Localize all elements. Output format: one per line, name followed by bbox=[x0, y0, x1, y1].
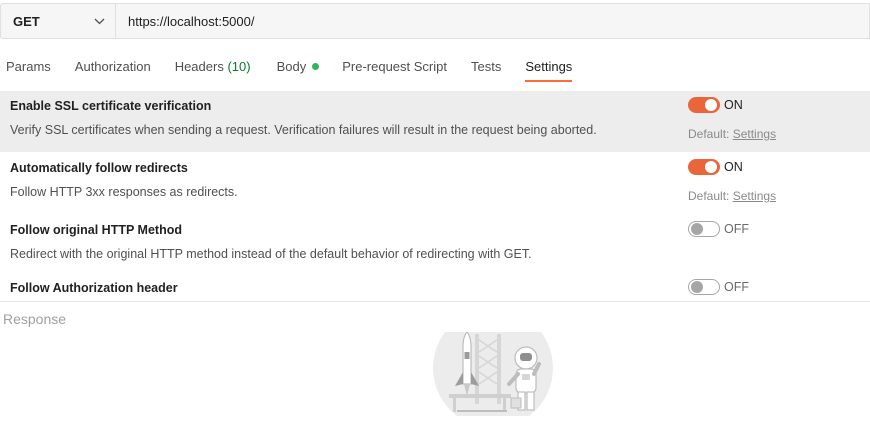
setting-description: Verify SSL certificates when sending a r… bbox=[10, 123, 597, 137]
setting-follow-authorization-header: Follow Authorization header OFF bbox=[0, 277, 870, 301]
toggle-state-label: OFF bbox=[724, 280, 749, 294]
url-input[interactable]: https://localhost:5000/ bbox=[115, 3, 870, 39]
default-prefix: Default: bbox=[688, 189, 730, 203]
follow-authorization-toggle[interactable]: OFF bbox=[688, 279, 749, 295]
response-divider[interactable] bbox=[0, 301, 870, 302]
tab-label: Pre-request Script bbox=[342, 59, 447, 74]
response-heading: Response bbox=[3, 311, 67, 327]
default-settings-link[interactable]: Settings bbox=[733, 189, 776, 203]
tab-body[interactable]: Body bbox=[277, 52, 320, 82]
toggle-knob bbox=[705, 99, 717, 111]
headers-count-badge: (10) bbox=[227, 59, 251, 74]
url-value: https://localhost:5000/ bbox=[128, 13, 255, 29]
follow-redirects-toggle[interactable]: ON bbox=[688, 159, 743, 175]
tab-label: Headers bbox=[174, 59, 224, 74]
setting-description: Follow HTTP 3xx responses as redirects. bbox=[10, 185, 238, 199]
tab-label: Settings bbox=[525, 59, 573, 74]
follow-original-method-toggle[interactable]: OFF bbox=[688, 221, 749, 237]
ssl-verification-toggle[interactable]: ON bbox=[688, 97, 743, 113]
method-select[interactable]: GET bbox=[0, 3, 115, 39]
method-label: GET bbox=[13, 13, 40, 29]
toggle-knob bbox=[705, 161, 717, 173]
setting-follow-original-method: Follow original HTTP Method Redirect wit… bbox=[0, 215, 870, 275]
toggle-switch[interactable] bbox=[688, 159, 720, 175]
setting-description: Redirect with the original HTTP method i… bbox=[10, 247, 532, 261]
tab-settings[interactable]: Settings bbox=[525, 52, 572, 82]
setting-title: Automatically follow redirects bbox=[10, 161, 188, 175]
chevron-down-icon bbox=[93, 15, 105, 27]
toggle-switch[interactable] bbox=[688, 279, 720, 295]
tab-label: Authorization bbox=[74, 59, 151, 74]
tab-label: Body bbox=[276, 59, 307, 74]
tab-label: Params bbox=[6, 59, 51, 74]
default-prefix: Default: bbox=[688, 127, 730, 141]
setting-follow-redirects: Automatically follow redirects Follow HT… bbox=[0, 153, 870, 213]
default-setting-note: Default: Settings bbox=[688, 127, 776, 141]
setting-title: Follow original HTTP Method bbox=[10, 223, 182, 237]
default-settings-link[interactable]: Settings bbox=[733, 127, 776, 141]
tab-pre-request-script[interactable]: Pre-request Script bbox=[342, 52, 447, 82]
default-setting-note: Default: Settings bbox=[688, 189, 776, 203]
status-dot-icon bbox=[312, 63, 320, 70]
toggle-switch[interactable] bbox=[688, 221, 720, 237]
setting-title: Enable SSL certificate verification bbox=[10, 99, 212, 113]
tab-params[interactable]: Params bbox=[6, 52, 51, 82]
toggle-switch[interactable] bbox=[688, 97, 720, 113]
tab-authorization[interactable]: Authorization bbox=[75, 52, 151, 82]
request-url-bar: GET https://localhost:5000/ bbox=[0, 3, 870, 41]
tab-tests[interactable]: Tests bbox=[471, 52, 501, 82]
toggle-state-label: OFF bbox=[724, 222, 749, 236]
setting-title: Follow Authorization header bbox=[10, 281, 178, 295]
astronaut-rocket-illustration bbox=[433, 308, 555, 428]
setting-ssl-verification: Enable SSL certificate verification Veri… bbox=[0, 91, 870, 152]
toggle-state-label: ON bbox=[724, 98, 743, 112]
toggle-knob bbox=[691, 223, 703, 235]
toggle-state-label: ON bbox=[724, 160, 743, 174]
tab-headers[interactable]: Headers (10) bbox=[175, 52, 251, 82]
toggle-knob bbox=[691, 281, 703, 293]
request-tabs: Params Authorization Headers (10) Body P… bbox=[0, 52, 572, 82]
tab-label: Tests bbox=[470, 59, 502, 74]
